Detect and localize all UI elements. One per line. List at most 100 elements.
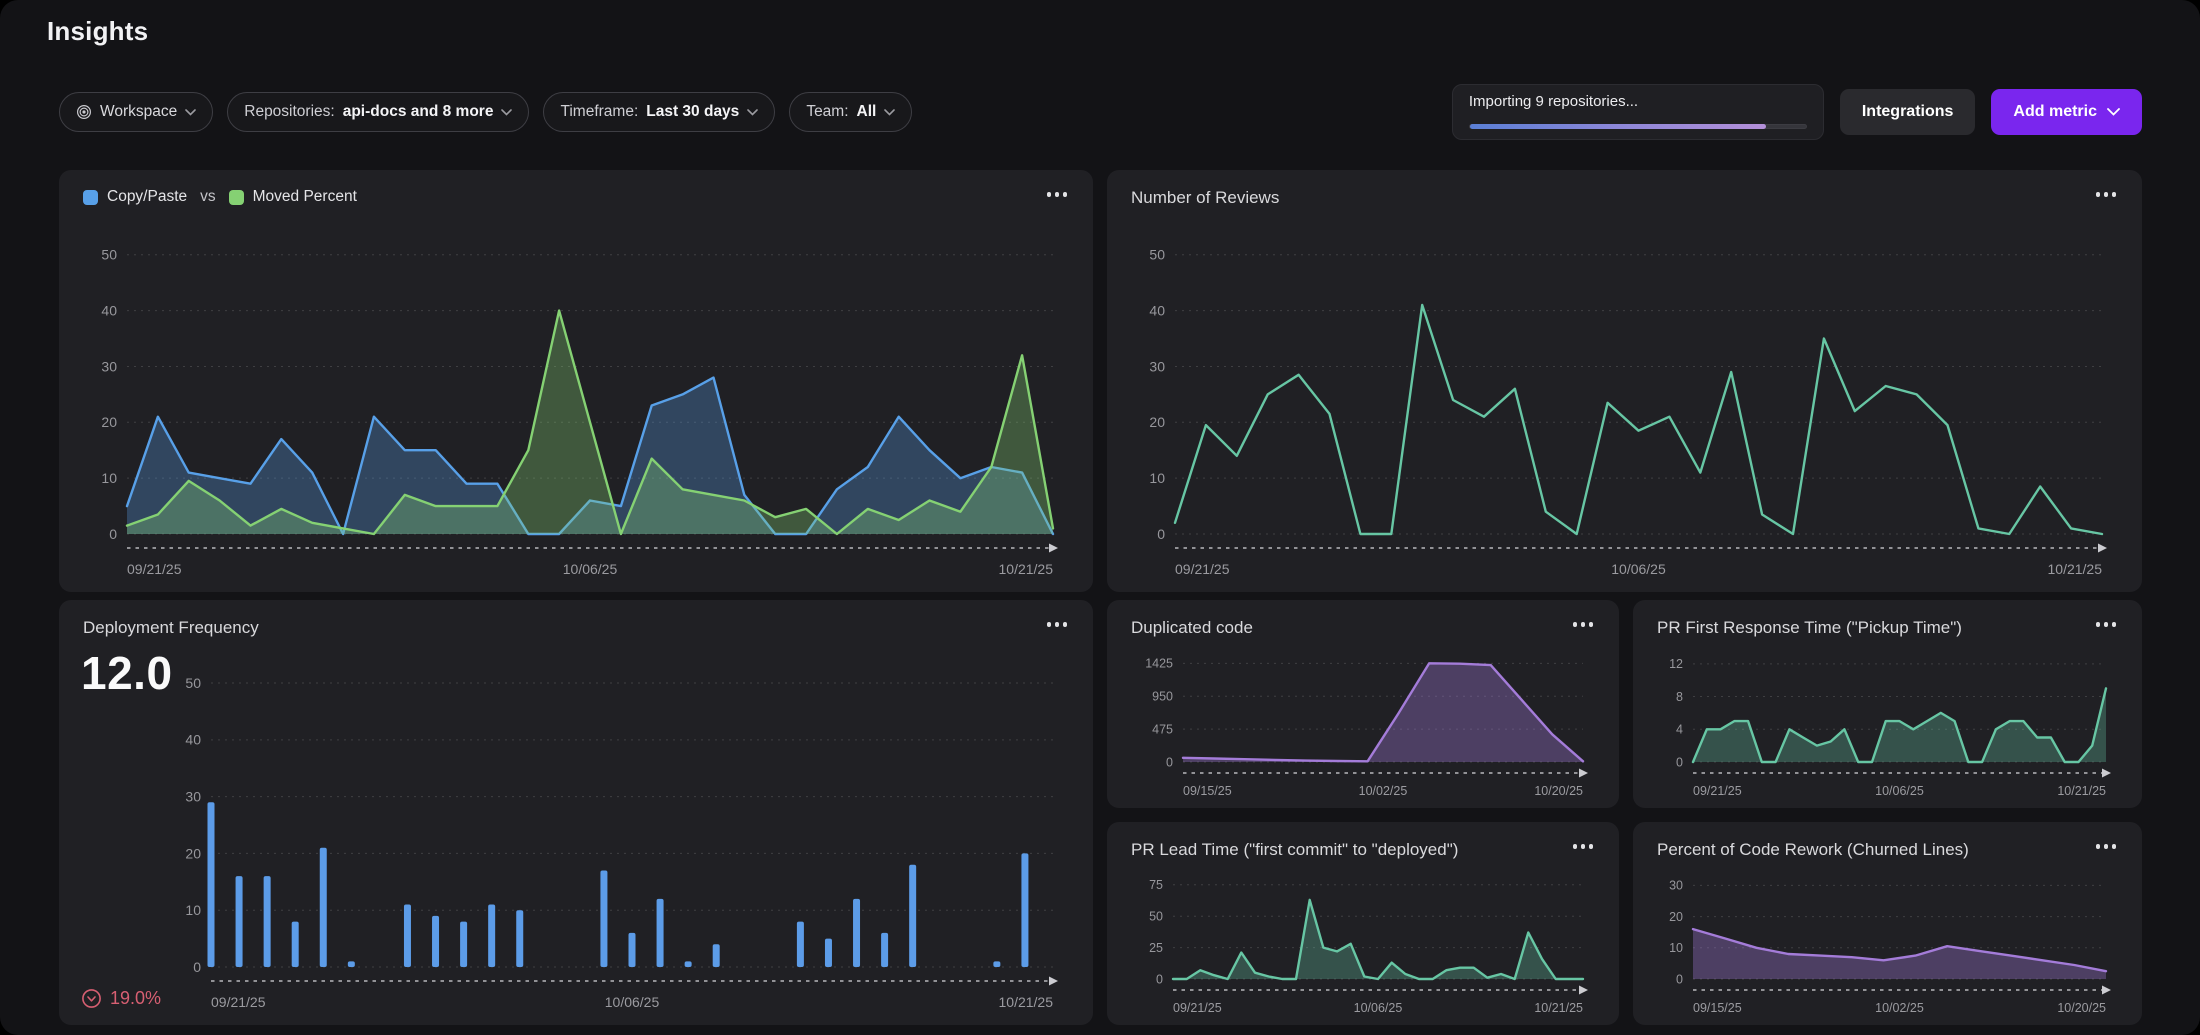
- svg-text:0: 0: [1676, 755, 1683, 769]
- svg-text:50: 50: [1149, 247, 1165, 263]
- svg-text:4: 4: [1676, 723, 1683, 737]
- svg-text:10/06/25: 10/06/25: [563, 561, 618, 577]
- filter-pills: Workspace Repositories: api-docs and 8 m…: [59, 92, 912, 132]
- duplicated-code-chart: 0475950142509/15/2510/02/2510/20/25: [1121, 644, 1603, 802]
- integrations-button[interactable]: Integrations: [1840, 89, 1976, 135]
- workspace-filter-label: Workspace: [100, 103, 177, 121]
- svg-text:8: 8: [1676, 690, 1683, 704]
- svg-text:0: 0: [1676, 972, 1683, 986]
- more-options-button[interactable]: [2090, 616, 2123, 633]
- insights-dashboard: Insights Workspace Repositories: api-doc…: [0, 0, 2200, 1035]
- card-title: Duplicated code: [1131, 618, 1253, 638]
- number-of-reviews-card: Number of Reviews 0102030405009/21/2510/…: [1107, 170, 2142, 592]
- more-options-button[interactable]: [1041, 616, 1074, 633]
- svg-text:10/20/25: 10/20/25: [1534, 784, 1583, 798]
- more-options-button[interactable]: [1567, 616, 1600, 633]
- svg-text:475: 475: [1152, 722, 1173, 736]
- svg-text:10/06/25: 10/06/25: [1354, 1001, 1403, 1015]
- svg-text:10: 10: [185, 902, 201, 918]
- chevron-down-icon: [501, 109, 512, 116]
- svg-text:09/21/25: 09/21/25: [1175, 561, 1230, 577]
- svg-text:20: 20: [185, 845, 201, 861]
- card-title: PR First Response Time ("Pickup Time"): [1657, 618, 1962, 638]
- svg-text:10/02/25: 10/02/25: [1359, 784, 1408, 798]
- svg-text:10/06/25: 10/06/25: [1875, 784, 1924, 798]
- copy-paste-vs-moved-card: Copy/PastevsMoved Percent 0102030405009/…: [59, 170, 1093, 592]
- delta-value: 19.0%: [110, 988, 161, 1009]
- more-options-button[interactable]: [2090, 838, 2123, 855]
- svg-text:10: 10: [1669, 941, 1683, 955]
- svg-text:09/15/25: 09/15/25: [1183, 784, 1232, 798]
- svg-text:20: 20: [101, 414, 117, 430]
- svg-text:10/06/25: 10/06/25: [1611, 561, 1666, 577]
- svg-text:75: 75: [1149, 878, 1163, 892]
- pr-lead-time-chart: 025507509/21/2510/06/2510/21/25: [1121, 866, 1603, 1019]
- workspace-icon: [76, 104, 92, 120]
- chevron-down-icon: [185, 109, 196, 116]
- svg-text:50: 50: [185, 675, 201, 691]
- svg-text:0: 0: [1157, 526, 1165, 542]
- svg-text:10: 10: [101, 470, 117, 486]
- import-progress-bar: [1469, 124, 1807, 129]
- svg-text:09/15/25: 09/15/25: [1693, 1001, 1742, 1015]
- chevron-down-icon: [2107, 108, 2120, 116]
- svg-text:10/02/25: 10/02/25: [1875, 1001, 1924, 1015]
- svg-text:0: 0: [109, 526, 117, 542]
- card-title: Deployment Frequency: [83, 618, 259, 638]
- add-metric-button[interactable]: Add metric: [1991, 89, 2142, 135]
- svg-text:09/21/25: 09/21/25: [127, 561, 182, 577]
- svg-text:10/21/25: 10/21/25: [999, 994, 1054, 1010]
- deployment-frequency-chart: 0102030405009/21/2510/06/2510/21/25: [79, 656, 1073, 1015]
- svg-text:0: 0: [193, 959, 201, 975]
- svg-text:10/21/25: 10/21/25: [2057, 784, 2106, 798]
- pr-lead-time-card: PR Lead Time ("first commit" to "deploye…: [1107, 822, 1619, 1025]
- pr-first-response-card: PR First Response Time ("Pickup Time") 0…: [1633, 600, 2142, 808]
- delta-badge: 19.0%: [81, 988, 161, 1009]
- repositories-filter[interactable]: Repositories: api-docs and 8 more: [227, 92, 529, 132]
- pr-first-response-chart: 0 4 8 12 09/21/25 10/06/25 10/21/25: [1647, 644, 2126, 802]
- svg-text:950: 950: [1152, 690, 1173, 704]
- svg-text:10/20/25: 10/20/25: [2057, 1001, 2106, 1015]
- more-options-button[interactable]: [1041, 186, 1074, 203]
- svg-text:10: 10: [1149, 470, 1165, 486]
- code-rework-card: Percent of Code Rework (Churned Lines) 0…: [1633, 822, 2142, 1025]
- toolbar: Workspace Repositories: api-docs and 8 m…: [59, 88, 2142, 136]
- svg-text:20: 20: [1669, 910, 1683, 924]
- svg-text:30: 30: [1149, 358, 1165, 374]
- svg-text:10/21/25: 10/21/25: [999, 561, 1054, 577]
- page-title: Insights: [47, 16, 148, 47]
- svg-text:09/21/25: 09/21/25: [1693, 784, 1742, 798]
- repositories-filter-prefix: Repositories:: [244, 103, 334, 121]
- toolbar-right: Importing 9 repositories... Integrations…: [1452, 84, 2142, 140]
- legend-swatch: [229, 190, 244, 205]
- code-rework-chart: 0 10 20 30 09/15/25 10/02/25 10/20/25: [1647, 866, 2126, 1019]
- trend-down-icon: [81, 988, 102, 1009]
- workspace-filter[interactable]: Workspace: [59, 92, 213, 132]
- svg-text:30: 30: [1669, 879, 1683, 893]
- timeframe-filter-value: Last 30 days: [646, 103, 739, 121]
- copy-paste-vs-moved-chart: 0 10 20 30 40 50 09/21/25 10/06/25 10/21/25: [79, 228, 1073, 582]
- svg-text:10/06/25: 10/06/25: [605, 994, 660, 1010]
- svg-text:10/21/25: 10/21/25: [2048, 561, 2103, 577]
- timeframe-filter[interactable]: Timeframe: Last 30 days: [543, 92, 775, 132]
- card-title: PR Lead Time ("first commit" to "deploye…: [1131, 840, 1458, 860]
- add-metric-label: Add metric: [2013, 103, 2097, 121]
- svg-text:50: 50: [101, 247, 117, 263]
- chevron-down-icon: [747, 109, 758, 116]
- card-title: Percent of Code Rework (Churned Lines): [1657, 840, 1969, 860]
- import-status-label: Importing 9 repositories...: [1469, 93, 1807, 110]
- svg-text:12: 12: [1669, 657, 1683, 671]
- import-progress-fill: [1470, 124, 1766, 129]
- team-filter[interactable]: Team: All: [789, 92, 912, 132]
- svg-text:30: 30: [185, 789, 201, 805]
- more-options-button[interactable]: [1567, 838, 1600, 855]
- svg-text:40: 40: [185, 732, 201, 748]
- svg-text:30: 30: [101, 358, 117, 374]
- legend-label: Moved Percent: [253, 188, 357, 206]
- chevron-down-icon: [884, 109, 895, 116]
- more-options-button[interactable]: [2090, 186, 2123, 203]
- card-title: Number of Reviews: [1131, 188, 1279, 208]
- svg-text:40: 40: [101, 303, 117, 319]
- svg-text:50: 50: [1149, 910, 1163, 924]
- legend-separator: vs: [200, 188, 216, 206]
